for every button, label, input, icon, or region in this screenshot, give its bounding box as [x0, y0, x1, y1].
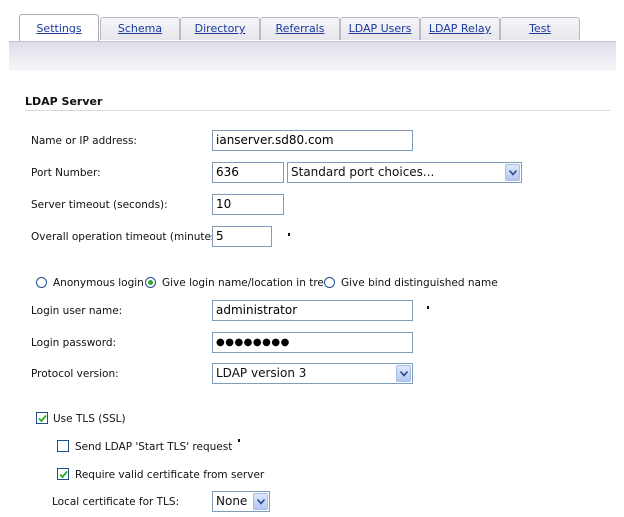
- local-cert-label: Local certificate for TLS:: [52, 496, 180, 508]
- radio-login-name-location-label: Give login name/location in tree: [162, 277, 331, 289]
- use-tls-checkbox[interactable]: [36, 412, 48, 424]
- tab-schema[interactable]: Schema: [100, 17, 180, 40]
- name-label: Name or IP address:: [31, 135, 137, 147]
- section-title: LDAP Server: [25, 95, 103, 108]
- server-timeout-label: Server timeout (seconds):: [31, 199, 168, 211]
- start-tls-checkbox[interactable]: [57, 440, 69, 452]
- login-user-label: Login user name:: [31, 305, 123, 317]
- tab-content-header-band: [9, 41, 616, 71]
- radio-bind-dn[interactable]: [324, 277, 335, 288]
- start-tls-label: Send LDAP 'Start TLS' request: [75, 441, 233, 453]
- server-timeout-input[interactable]: 10: [212, 194, 284, 215]
- check-icon: [38, 414, 47, 423]
- section-divider: [25, 110, 610, 111]
- chevron-down-icon[interactable]: [253, 493, 268, 510]
- require-cert-label: Require valid certificate from server: [75, 469, 265, 481]
- protocol-select[interactable]: LDAP version 3: [212, 363, 413, 384]
- tab-ldap-relay[interactable]: LDAP Relay: [420, 17, 500, 40]
- port-input[interactable]: 636: [212, 162, 284, 183]
- tab-directory[interactable]: Directory: [180, 17, 260, 40]
- overall-timeout-input[interactable]: 5: [212, 226, 272, 247]
- tab-settings[interactable]: Settings: [19, 14, 99, 41]
- tab-ldap-users[interactable]: LDAP Users: [340, 17, 420, 40]
- chevron-down-icon[interactable]: [396, 365, 411, 382]
- local-cert-value: None: [216, 494, 248, 508]
- radio-anonymous-login[interactable]: [36, 277, 47, 288]
- chevron-down-icon[interactable]: [505, 164, 520, 181]
- require-cert-checkbox[interactable]: [57, 468, 69, 480]
- info-marker: [288, 233, 290, 236]
- protocol-label: Protocol version:: [31, 368, 119, 380]
- use-tls-label: Use TLS (SSL): [53, 413, 126, 425]
- port-choices-value: Standard port choices...: [291, 165, 435, 179]
- tab-test[interactable]: Test: [500, 17, 580, 40]
- radio-anonymous-label: Anonymous login: [53, 277, 144, 289]
- radio-bind-dn-label: Give bind distinguished name: [341, 277, 498, 289]
- login-password-label: Login password:: [31, 337, 117, 349]
- radio-login-name-location[interactable]: [145, 277, 156, 288]
- info-marker: [238, 439, 240, 442]
- login-user-input[interactable]: administrator: [212, 300, 413, 321]
- info-marker: [427, 306, 429, 309]
- login-password-input[interactable]: ●●●●●●●●: [212, 332, 413, 353]
- overall-timeout-label: Overall operation timeout (minutes):: [31, 231, 225, 243]
- local-cert-select[interactable]: None: [212, 491, 270, 512]
- check-icon: [59, 470, 68, 479]
- port-choices-select[interactable]: Standard port choices...: [287, 162, 522, 183]
- port-label: Port Number:: [31, 167, 101, 179]
- protocol-value: LDAP version 3: [216, 366, 307, 380]
- name-input[interactable]: ianserver.sd80.com: [212, 130, 413, 151]
- tab-referrals[interactable]: Referrals: [260, 17, 340, 40]
